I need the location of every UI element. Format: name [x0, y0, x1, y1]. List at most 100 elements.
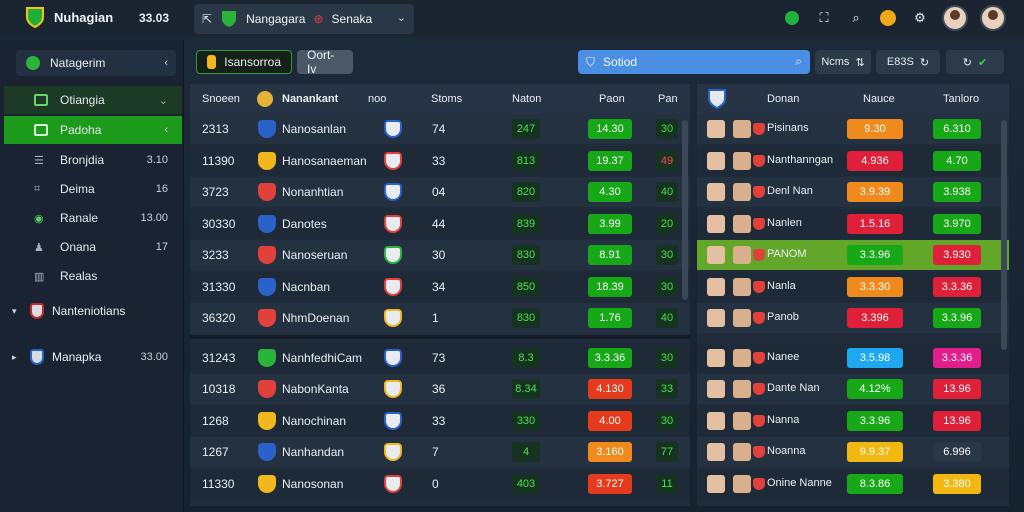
search-input[interactable]: ⛉ Sotiod ⌕	[578, 50, 810, 74]
value-badge[interactable]: 30	[656, 245, 678, 265]
table-row[interactable]: Dante Nan 4.12% 13.96	[697, 374, 1009, 404]
collapse-icon[interactable]: ‹	[164, 57, 168, 69]
table-row[interactable]: Pisinans 9.30 6.310	[697, 114, 1009, 144]
column-header[interactable]: Naton	[512, 93, 541, 105]
player-name[interactable]: PANOM	[767, 248, 807, 260]
odds-button[interactable]: 13.96	[933, 379, 981, 399]
scrollbar[interactable]	[1001, 120, 1007, 350]
team-name[interactable]: NabonKanta	[282, 382, 349, 396]
odds-button[interactable]: 3.9.39	[847, 182, 903, 202]
value-badge[interactable]: 20	[656, 213, 678, 234]
odds-button[interactable]: 9.30	[847, 119, 903, 139]
table-row[interactable]: Onine Nanne 8.3.86 3.380	[697, 468, 1009, 499]
toggle-button[interactable]: ↻ ✔	[946, 50, 1004, 74]
value-badge[interactable]: 40	[656, 182, 678, 202]
table-row[interactable]: 1268 Nanochinan 33 330 4.00 30	[190, 405, 690, 436]
sort-button[interactable]: Ncms ⇅	[815, 50, 871, 74]
odds-button[interactable]: 3.3.36	[588, 347, 632, 368]
column-header[interactable]: Nauce	[863, 93, 895, 105]
team-name[interactable]: Nanochinan	[282, 414, 346, 428]
live-icon[interactable]	[782, 8, 802, 28]
odds-button[interactable]: 6.310	[933, 119, 981, 139]
player-name[interactable]: Nanna	[767, 414, 799, 426]
team-name[interactable]: Nacnban	[282, 280, 330, 294]
value-badge[interactable]: 830	[512, 308, 540, 328]
value-badge[interactable]: 77	[656, 442, 678, 462]
column-header[interactable]: Donan	[767, 93, 799, 105]
odds-button[interactable]: 8.3.86	[847, 473, 903, 494]
odds-button[interactable]: 3.930	[933, 245, 981, 265]
secondary-filter-button[interactable]: Oort-Iv	[297, 48, 353, 76]
table-row[interactable]: Nanna 3.3.96 13.96	[697, 405, 1009, 436]
player-name[interactable]: Nanthanngan	[767, 154, 833, 166]
table-row[interactable]: 31330 Nacnban 34 850 18.39 30	[190, 271, 690, 302]
odds-button[interactable]: 3.99	[588, 213, 632, 234]
value-badge[interactable]: 49	[656, 150, 678, 171]
odds-button[interactable]: 8.91	[588, 245, 632, 265]
team-name[interactable]: Nanosanlan	[282, 122, 346, 136]
odds-button[interactable]: 4.936	[847, 150, 903, 171]
table-row[interactable]: 2313 Nanosanlan 74 247 14.30 30	[190, 114, 690, 144]
table-row[interactable]: 3233 Nanoseruan 30 830 8.91 30	[190, 240, 690, 270]
sidebar-group-nanteniotians[interactable]: ▾ Nanteniotians	[12, 300, 180, 322]
column-header[interactable]: Pan	[658, 93, 678, 105]
odds-button[interactable]: 4.130	[588, 379, 632, 399]
team-name[interactable]: NhmDoenan	[282, 311, 349, 325]
value-badge[interactable]: 850	[512, 276, 540, 297]
value-badge[interactable]: 8.34	[512, 379, 540, 399]
avatar-secondary[interactable]	[980, 5, 1006, 31]
odds-button[interactable]: 3.727	[588, 473, 632, 494]
odds-button[interactable]: 6.996	[933, 442, 981, 462]
value-badge[interactable]: 11	[656, 473, 678, 494]
odds-button[interactable]: 9.9.37	[847, 442, 903, 462]
column-header[interactable]: Nanankant	[282, 93, 338, 105]
scrollbar[interactable]	[682, 120, 688, 300]
odds-button[interactable]: 13.96	[933, 410, 981, 431]
odds-button[interactable]: 3.3.30	[847, 276, 903, 297]
odds-button[interactable]: 3.938	[933, 182, 981, 202]
value-badge[interactable]: 839	[512, 213, 540, 234]
sidebar-item-bronjdia[interactable]: ☰ Bronjdia 3.10	[4, 146, 182, 174]
odds-button[interactable]: 1.76	[588, 308, 632, 328]
back-icon[interactable]: ⇱	[202, 12, 212, 26]
table-row[interactable]: 10318 NabonKanta 36 8.34 4.130 33	[190, 374, 690, 404]
odds-button[interactable]: 3.160	[588, 442, 632, 462]
odds-button[interactable]: 3.3.36	[933, 347, 981, 368]
player-name[interactable]: Denl Nan	[767, 185, 813, 197]
odds-button[interactable]: 14.30	[588, 119, 632, 139]
odds-button[interactable]: 3.3.36	[933, 276, 981, 297]
player-name[interactable]: Nanla	[767, 280, 796, 292]
value-badge[interactable]: 40	[656, 308, 678, 328]
sidebar-item-onana[interactable]: ♟ Onana 17	[4, 233, 182, 261]
team-name[interactable]: Nanoseruan	[282, 248, 347, 262]
chevron-down-icon[interactable]: ⌄	[397, 11, 406, 24]
coin-icon[interactable]	[878, 8, 898, 28]
value-badge[interactable]: 30	[656, 410, 678, 431]
team-name[interactable]: Nanosonan	[282, 477, 343, 491]
column-header[interactable]: Paon	[599, 93, 625, 105]
brand[interactable]: Nuhagian	[24, 6, 113, 28]
column-header[interactable]: Stoms	[431, 93, 462, 105]
settings-icon[interactable]: ⚙	[910, 8, 930, 28]
odds-button[interactable]: 4.70	[933, 150, 981, 171]
sidebar-item-otiangia[interactable]: Otiangia ⌄	[4, 86, 182, 114]
table-row[interactable]: Nanee 3.5.98 3.3.36	[697, 342, 1009, 373]
player-name[interactable]: Noanna	[767, 445, 806, 457]
player-name[interactable]: Nanlen	[767, 217, 802, 229]
team-name[interactable]: Danotes	[282, 217, 327, 231]
value-badge[interactable]: 330	[512, 410, 540, 431]
odds-button[interactable]: 1.5.16	[847, 213, 903, 234]
table-row[interactable]: 30330 Danotes 44 839 3.99 20	[190, 208, 690, 239]
value-badge[interactable]: 403	[512, 473, 540, 494]
caret-right-icon[interactable]: ▸	[12, 352, 24, 363]
sidebar-item-ranale[interactable]: ◉ Ranale 13.00	[4, 204, 182, 232]
value-badge[interactable]: 820	[512, 182, 540, 202]
table-row[interactable]: 31243 NanhfedhiCam 73 8.3 3.3.36 30	[190, 342, 690, 373]
sidebar-header[interactable]: Natagerim ‹	[16, 50, 176, 76]
table-row[interactable]: Nanla 3.3.30 3.3.36	[697, 271, 1009, 302]
player-name[interactable]: Dante Nan	[767, 382, 820, 394]
search-icon[interactable]: ⌕	[795, 54, 802, 69]
table-row[interactable]: Noanna 9.9.37 6.996	[697, 437, 1009, 467]
player-name[interactable]: Pisinans	[767, 122, 809, 134]
player-name[interactable]: Onine Nanne	[767, 477, 832, 489]
